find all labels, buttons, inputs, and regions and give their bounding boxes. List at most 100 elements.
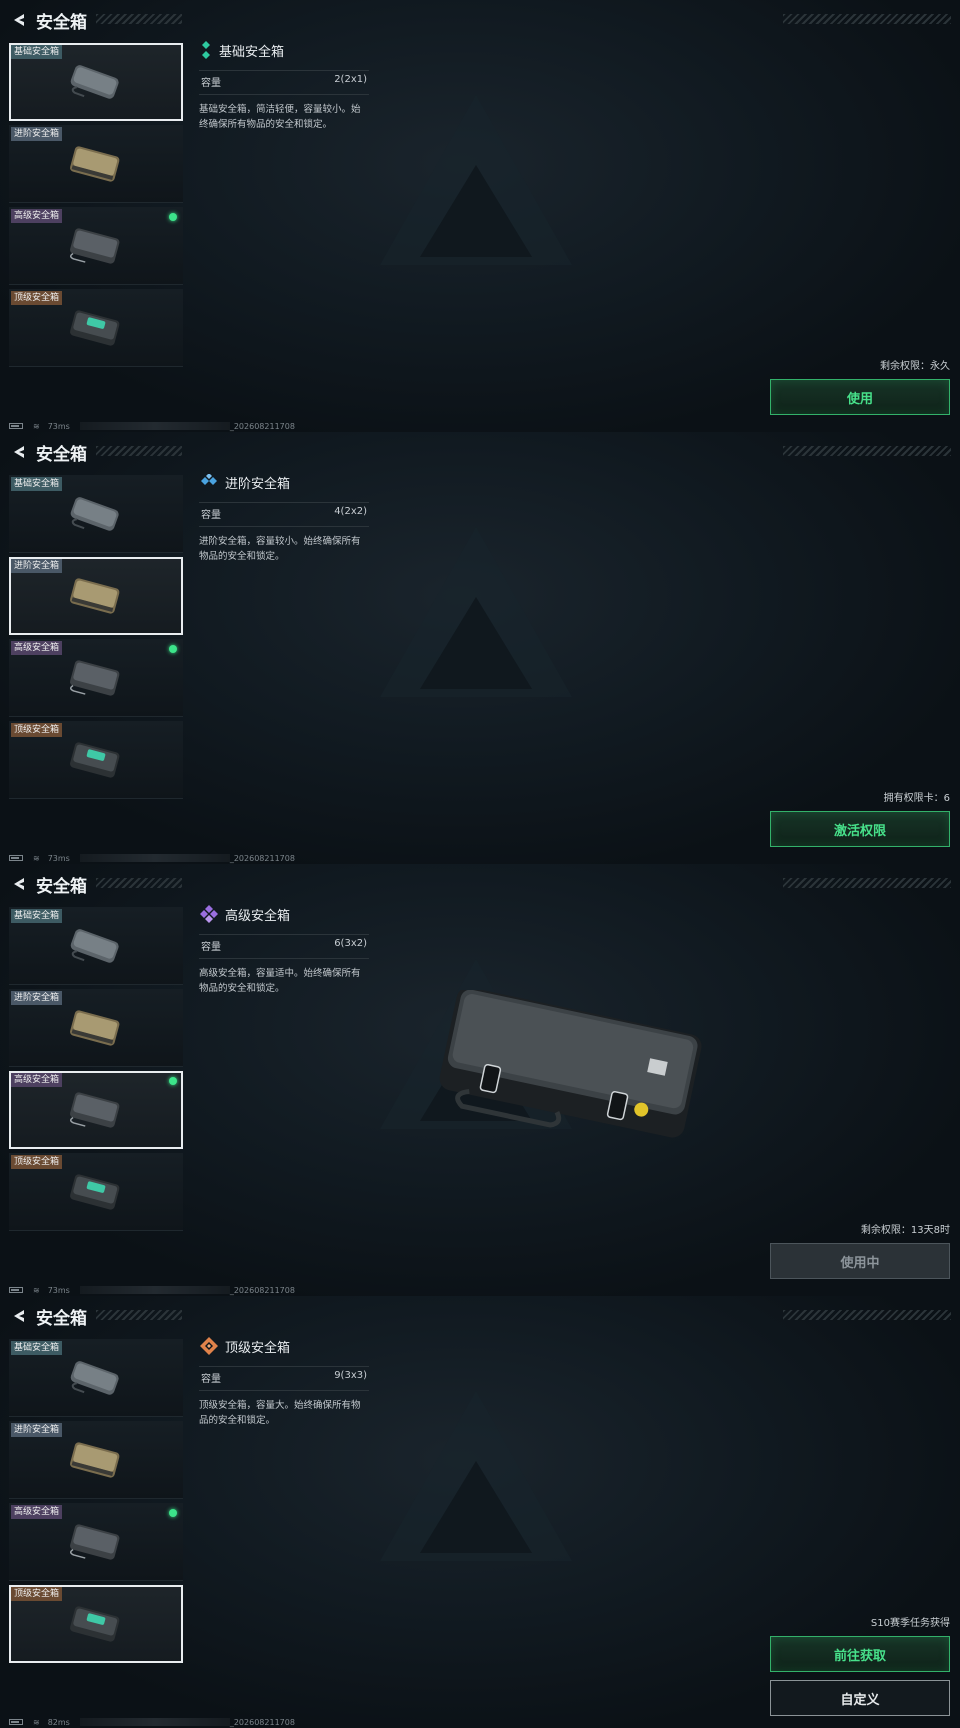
item-label: 基础安全箱 — [11, 45, 63, 59]
detail-description: 顶级安全箱，容量大。始终确保所有物品的安全和锁定。 — [199, 1400, 361, 1426]
detail-title: 高级安全箱 — [225, 908, 291, 924]
safebox-advanced-icon — [70, 146, 120, 182]
equipped-indicator — [169, 213, 177, 221]
list-item-advanced[interactable]: 进阶安全箱 — [9, 989, 183, 1067]
remaining-permission: 剩余权限：13天8时 — [860, 1225, 950, 1236]
list-item-basic[interactable]: 基础安全箱 — [9, 907, 183, 985]
list-item-high[interactable]: 高级安全箱 — [9, 1503, 183, 1581]
battery-icon — [9, 855, 23, 861]
item-label: 进阶安全箱 — [11, 127, 63, 141]
top-bar: 安全箱 — [8, 7, 87, 33]
safebox-advanced-icon — [70, 1442, 120, 1478]
safebox-advanced-icon — [70, 1010, 120, 1046]
acquisition-source: S10赛季任务获得 — [870, 1618, 950, 1629]
item-label: 基础安全箱 — [11, 477, 63, 491]
top-bar: 安全箱 — [8, 439, 87, 465]
safebox-list: 基础安全箱 进阶安全箱 高级安全箱 顶级安全箱 — [9, 43, 183, 371]
activate-permission-button[interactable]: 激活权限 — [770, 811, 950, 847]
list-item-high[interactable]: 高级安全箱 — [9, 1071, 183, 1149]
list-item-advanced[interactable]: 进阶安全箱 — [9, 125, 183, 203]
list-item-advanced[interactable]: 进阶安全箱 — [9, 1421, 183, 1499]
list-item-top[interactable]: 顶级安全箱 — [9, 1153, 183, 1231]
item-label: 高级安全箱 — [11, 1073, 63, 1087]
list-item-advanced[interactable]: 进阶安全箱 — [9, 557, 183, 635]
safebox-basic-icon — [70, 1361, 119, 1395]
safebox-advanced-icon — [70, 578, 120, 614]
detail-title: 进阶安全箱 — [225, 476, 291, 492]
item-label: 高级安全箱 — [11, 641, 63, 655]
safebox-high-icon — [69, 228, 120, 264]
page-title: 安全箱 — [36, 444, 87, 465]
rarity-basic-icon — [202, 41, 210, 59]
screen-high: 安全箱 基础安全箱 进阶安全箱 高级安全箱 顶级安全箱 高级安全箱 容量 6(3… — [0, 864, 960, 1296]
list-item-high[interactable]: 高级安全箱 — [9, 207, 183, 285]
wifi-icon: ≋ — [33, 1285, 40, 1295]
safebox-basic-icon — [70, 929, 119, 963]
list-item-high[interactable]: 高级安全箱 — [9, 639, 183, 717]
detail-panel: 进阶安全箱 容量 4(2x2) 进阶安全箱，容量较小。始终确保所有物品的安全和锁… — [199, 472, 369, 564]
rarity-top-icon — [200, 1337, 218, 1355]
screen-advanced: 安全箱 基础安全箱 进阶安全箱 高级安全箱 顶级安全箱 进阶安全箱 容量 4(2… — [0, 432, 960, 864]
equipped-indicator — [169, 645, 177, 653]
safebox-list: 基础安全箱 进阶安全箱 高级安全箱 顶级安全箱 — [9, 907, 183, 1235]
detail-panel: 基础安全箱 容量 2(2x1) 基础安全箱，简洁轻便，容量较小。始终确保所有物品… — [199, 40, 369, 132]
list-item-basic[interactable]: 基础安全箱 — [9, 43, 183, 121]
detail-panel: 顶级安全箱 容量 9(3x3) 顶级安全箱，容量大。始终确保所有物品的安全和锁定… — [199, 1336, 369, 1428]
battery-icon — [9, 1719, 23, 1725]
permission-cards-count: 拥有权限卡：6 — [883, 793, 950, 804]
safebox-high-icon — [69, 1092, 120, 1128]
detail-description: 进阶安全箱，容量较小。始终确保所有物品的安全和锁定。 — [199, 536, 361, 562]
safebox-high-icon — [69, 660, 120, 696]
back-arrow-icon[interactable] — [8, 873, 30, 895]
item-label: 进阶安全箱 — [11, 559, 63, 573]
wifi-icon: ≋ — [33, 421, 40, 431]
detail-description: 高级安全箱，容量适中。始终确保所有物品的安全和锁定。 — [199, 968, 361, 994]
item-label: 顶级安全箱 — [11, 291, 63, 305]
item-label: 顶级安全箱 — [11, 723, 63, 737]
item-label: 进阶安全箱 — [11, 1423, 63, 1437]
item-label: 高级安全箱 — [11, 1505, 63, 1519]
back-arrow-icon[interactable] — [8, 1305, 30, 1327]
equipped-indicator — [169, 1509, 177, 1517]
safebox-basic-icon — [70, 497, 119, 531]
screen-basic: 安全箱 基础安全箱 进阶安全箱 高级安全箱 顶级安全箱 基础安全箱 容量 2(2… — [0, 0, 960, 432]
item-label: 基础安全箱 — [11, 1341, 63, 1355]
item-label: 顶级安全箱 — [11, 1587, 63, 1601]
status-bar: ≋ 73ms _202608211708 — [9, 1284, 295, 1296]
rarity-high-icon — [200, 905, 218, 923]
page-title: 安全箱 — [36, 12, 87, 33]
battery-icon — [9, 423, 23, 429]
list-item-top[interactable]: 顶级安全箱 — [9, 289, 183, 367]
page-title: 安全箱 — [36, 1308, 87, 1329]
capacity-row: 容量 4(2x2) — [199, 502, 369, 527]
item-label: 顶级安全箱 — [11, 1155, 63, 1169]
capacity-row: 容量 9(3x3) — [199, 1366, 369, 1391]
detail-panel: 高级安全箱 容量 6(3x2) 高级安全箱，容量适中。始终确保所有物品的安全和锁… — [199, 904, 369, 996]
list-item-basic[interactable]: 基础安全箱 — [9, 475, 183, 553]
use-button[interactable]: 使用 — [770, 379, 950, 415]
rarity-advanced-icon — [201, 474, 217, 485]
customize-button[interactable]: 自定义 — [770, 1680, 950, 1716]
safebox-high-icon — [69, 1524, 120, 1560]
list-item-top[interactable]: 顶级安全箱 — [9, 1585, 183, 1663]
safebox-top-icon — [70, 1606, 120, 1642]
back-arrow-icon[interactable] — [8, 9, 30, 31]
safebox-top-icon — [70, 742, 120, 778]
in-use-button[interactable]: 使用中 — [770, 1243, 950, 1279]
back-arrow-icon[interactable] — [8, 441, 30, 463]
go-obtain-button[interactable]: 前往获取 — [770, 1636, 950, 1672]
remaining-permission: 剩余权限：永久 — [880, 361, 950, 372]
top-bar: 安全箱 — [8, 871, 87, 897]
status-bar: ≋ 73ms _202608211708 — [9, 852, 295, 864]
capacity-row: 容量 6(3x2) — [199, 934, 369, 959]
list-item-top[interactable]: 顶级安全箱 — [9, 721, 183, 799]
wifi-icon: ≋ — [33, 853, 40, 863]
item-label: 基础安全箱 — [11, 909, 63, 923]
safebox-list: 基础安全箱 进阶安全箱 高级安全箱 顶级安全箱 — [9, 1339, 183, 1667]
safebox-list: 基础安全箱 进阶安全箱 高级安全箱 顶级安全箱 — [9, 475, 183, 803]
top-bar: 安全箱 — [8, 1303, 87, 1329]
list-item-basic[interactable]: 基础安全箱 — [9, 1339, 183, 1417]
battery-icon — [9, 1287, 23, 1293]
safebox-top-icon — [70, 1174, 120, 1210]
detail-title: 基础安全箱 — [219, 44, 285, 60]
